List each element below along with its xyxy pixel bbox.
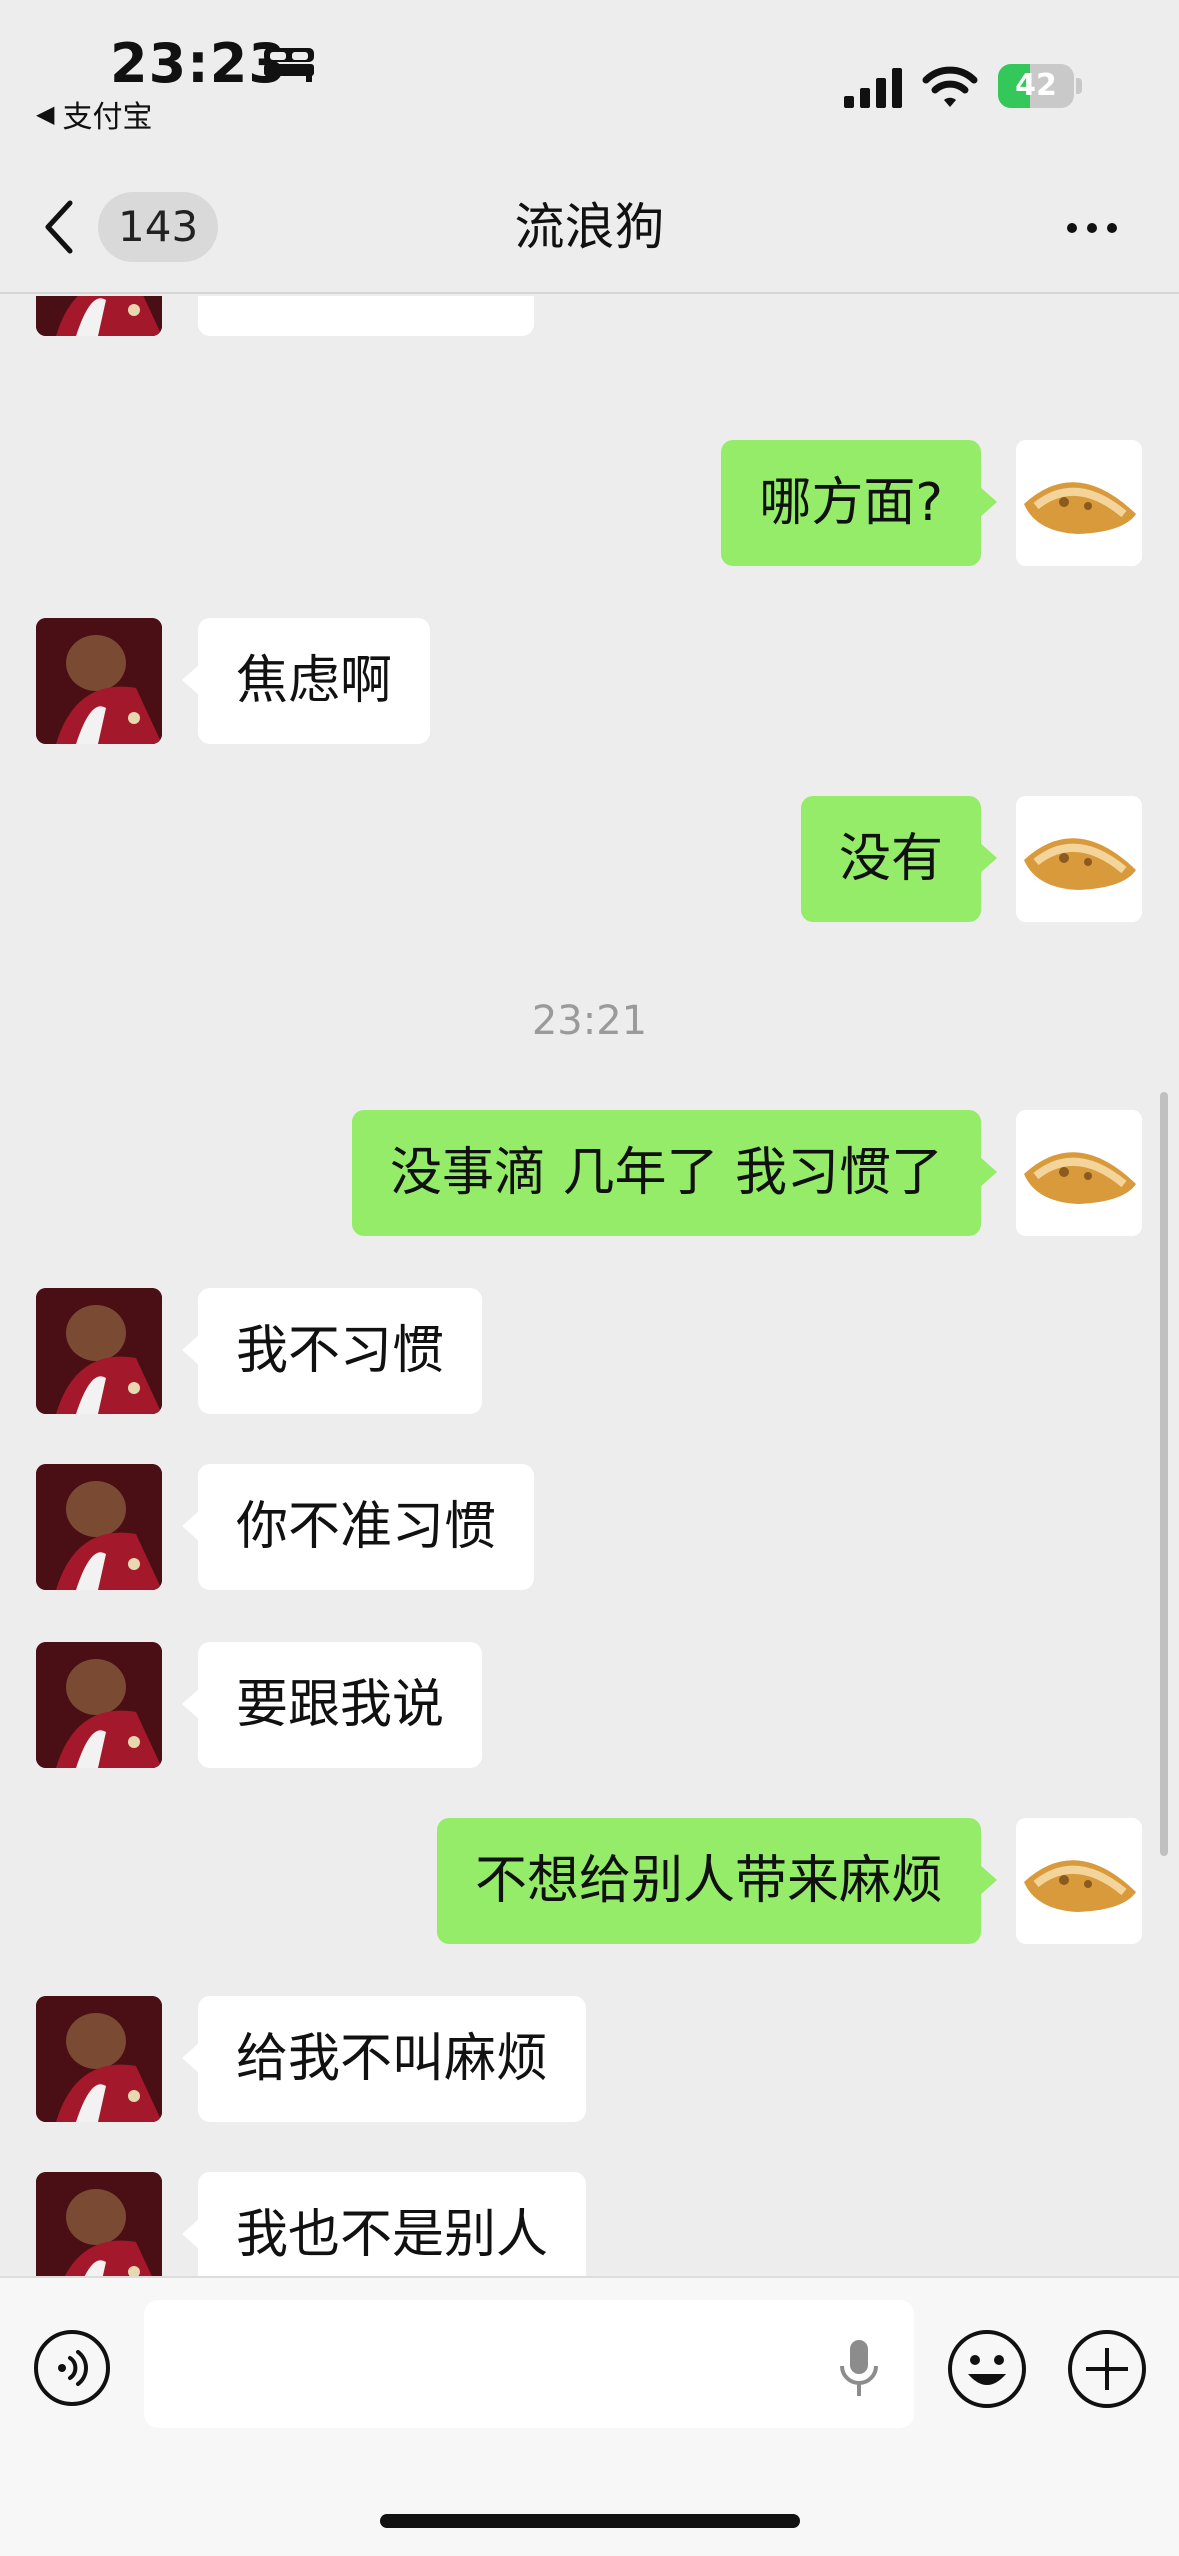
my-avatar[interactable]	[1016, 440, 1142, 566]
bed-icon	[264, 48, 314, 82]
message-timestamp: 23:21	[531, 998, 648, 1044]
battery-level: 42	[1015, 68, 1057, 103]
message-bubble-outgoing[interactable]: 哪方面?	[721, 440, 997, 566]
emoji-icon[interactable]	[946, 2328, 1028, 2410]
message-bubble-outgoing[interactable]: 没有	[800, 796, 998, 922]
more-icon[interactable]	[1062, 208, 1122, 248]
message-bubble-incoming[interactable]: 心情好点没	[198, 296, 535, 336]
unread-count-badge: 143	[98, 192, 219, 262]
back-triangle-icon: ◀	[36, 100, 55, 128]
my-avatar[interactable]	[1016, 796, 1142, 922]
contact-avatar[interactable]	[36, 1464, 162, 1590]
back-chevron-icon	[45, 200, 73, 254]
message-row: 给我不叫麻烦	[0, 1996, 1179, 2122]
message-row: 你不准习惯	[0, 1464, 1179, 1590]
contact-avatar[interactable]	[36, 618, 162, 744]
message-row: 焦虑啊	[0, 618, 1179, 744]
contact-avatar[interactable]	[36, 1642, 162, 1768]
message-row: 哪方面?	[0, 440, 1179, 566]
message-row: 我也不是别人	[0, 2172, 1179, 2276]
message-row: 没事滴 几年了 我习惯了	[0, 1110, 1179, 1236]
message-input[interactable]	[144, 2300, 914, 2428]
message-bubble-incoming[interactable]: 焦虑啊	[181, 618, 431, 744]
my-avatar[interactable]	[1016, 1110, 1142, 1236]
message-row: 要跟我说	[0, 1642, 1179, 1768]
contact-avatar[interactable]	[36, 1996, 162, 2122]
home-indicator[interactable]	[380, 2514, 800, 2528]
plus-icon[interactable]	[1066, 2328, 1148, 2410]
message-bubble-outgoing[interactable]: 没事滴 几年了 我习惯了	[351, 1110, 998, 1236]
message-bubble-incoming[interactable]: 给我不叫麻烦	[181, 1996, 587, 2122]
back-to-app-link[interactable]: ◀ 支付宝	[36, 92, 152, 136]
battery-icon: 42	[998, 64, 1082, 108]
contact-avatar[interactable]	[36, 1288, 162, 1414]
chat-screen: 23:23 ◀ 支付宝 42 流浪狗 143 哪方面? 焦虑啊 没有 23:21…	[0, 0, 1179, 2556]
contact-avatar[interactable]	[36, 296, 162, 336]
message-bubble-incoming[interactable]: 我不习惯	[181, 1288, 483, 1414]
mic-icon[interactable]	[836, 2338, 882, 2398]
my-avatar[interactable]	[1016, 1818, 1142, 1944]
back-button[interactable]: 143	[40, 190, 220, 264]
message-bubble-incoming[interactable]: 你不准习惯	[181, 1464, 535, 1590]
input-bar	[0, 2276, 1179, 2556]
message-bubble-outgoing[interactable]: 不想给别人带来麻烦	[436, 1818, 998, 1944]
contact-avatar[interactable]	[36, 2172, 162, 2276]
message-list[interactable]: 心情好点没 哪方面? 焦虑啊 没有 23:21 没事滴 几年了 我习惯了	[0, 296, 1179, 2276]
nav-bar: 流浪狗 143	[0, 160, 1179, 294]
wifi-icon	[922, 66, 978, 107]
signal-icon	[844, 68, 902, 108]
status-time: 23:23	[110, 32, 287, 95]
message-row: 心情好点没	[0, 296, 1179, 336]
voice-icon[interactable]	[32, 2328, 112, 2408]
message-row: 不想给别人带来麻烦	[0, 1818, 1179, 1944]
back-app-label: 支付宝	[62, 100, 153, 135]
message-row: 没有	[0, 796, 1179, 922]
message-row: 我不习惯	[0, 1288, 1179, 1414]
message-bubble-incoming[interactable]: 我也不是别人	[181, 2172, 587, 2276]
message-bubble-incoming[interactable]: 要跟我说	[181, 1642, 483, 1768]
status-bar: 23:23 ◀ 支付宝 42	[0, 0, 1179, 160]
chat-scrollbar[interactable]	[1160, 1092, 1168, 1856]
